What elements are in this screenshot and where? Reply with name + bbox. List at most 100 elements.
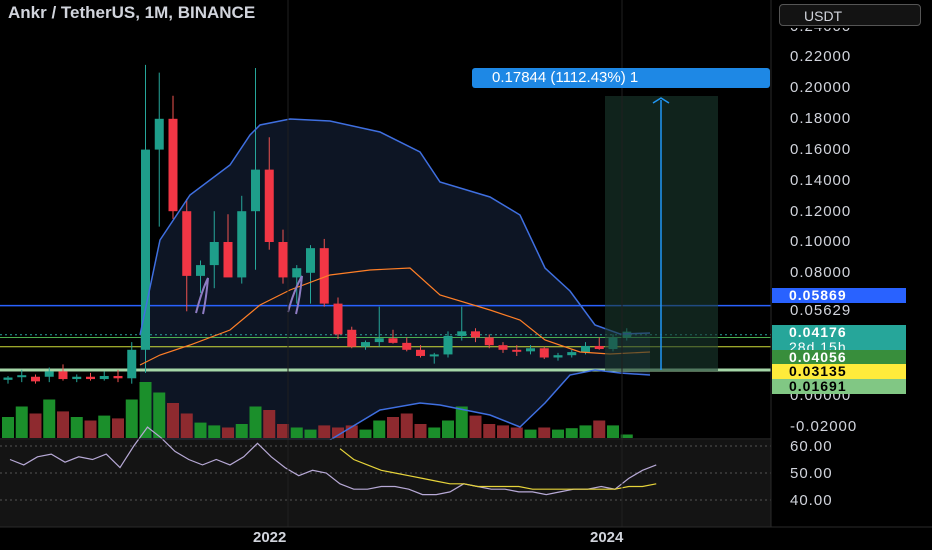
candle-body (251, 169, 260, 212)
volume-bar (290, 427, 303, 438)
candle-body (127, 349, 137, 379)
volume-bar (579, 425, 592, 438)
volume-bar (565, 428, 578, 438)
candle-body (292, 268, 302, 278)
candle-body (154, 118, 164, 150)
rsi-label: 40.00 (790, 492, 833, 509)
candle-body (553, 355, 563, 358)
measure-label: 0.17844 (1112.43%) 1 (472, 68, 770, 88)
candle-body (443, 335, 453, 355)
candle-body (72, 376, 82, 380)
candle-body (374, 338, 384, 343)
candle-body (567, 352, 577, 356)
candle-body (58, 371, 68, 380)
price-label: 0.10000 (790, 233, 852, 250)
volume-bar (552, 429, 564, 438)
candle-body (539, 348, 549, 358)
price-label: 0.12000 (790, 203, 852, 220)
candle-body (429, 354, 439, 357)
candle-body (264, 169, 274, 242)
candle-body (581, 345, 590, 353)
volume-bar (400, 413, 413, 438)
volume-bar (524, 429, 537, 438)
volume-bar (277, 424, 289, 438)
candle-body (594, 345, 604, 350)
rsi-label: 50.00 (790, 465, 833, 482)
volume-bar (497, 425, 509, 438)
candle-body (182, 211, 192, 276)
volume-bar (359, 429, 372, 438)
volume-bar (235, 424, 248, 438)
volume-bar (57, 411, 69, 438)
price-label: 0.05629 (790, 302, 852, 319)
volume-bar (222, 427, 234, 438)
volume-bar (510, 427, 523, 438)
volume-bar (263, 410, 276, 438)
volume-bar (43, 399, 56, 438)
candle-body (223, 242, 233, 278)
time-label: 2022 (253, 529, 287, 546)
candle-body (333, 303, 343, 335)
rsi-label: 60.00 (790, 438, 833, 455)
candle-body (237, 211, 247, 278)
volume-bar (98, 415, 111, 438)
volume-bar (84, 420, 97, 438)
volume-bar (593, 420, 606, 438)
volume-bar (29, 413, 42, 438)
currency-button[interactable]: USDT (779, 4, 921, 26)
volume-bar (70, 417, 83, 438)
candle-body (17, 375, 27, 378)
volume-bar (387, 417, 399, 438)
price-label: 0.18000 (790, 110, 852, 127)
candle-body (44, 371, 54, 377)
candle-body (278, 242, 288, 278)
candle-body (209, 242, 219, 266)
volume-bar (442, 420, 454, 438)
volume-bar (180, 413, 193, 438)
volume-bar (15, 406, 28, 438)
volume-bar (607, 425, 619, 438)
volume-bar (318, 425, 331, 438)
price-label: -0.02000 (790, 418, 858, 435)
price-label: 0.14000 (790, 172, 852, 189)
candle-body (86, 376, 95, 380)
price-label: 0.22000 (790, 48, 852, 65)
blue-line-badge: 0.05869 (772, 288, 906, 303)
time-label: 2024 (590, 529, 624, 546)
candle-body (141, 149, 150, 350)
volume-bar (2, 417, 14, 438)
candle-body (99, 375, 109, 380)
yellow-level-badge: 0.03135 (772, 364, 906, 379)
volume-bar (194, 422, 207, 438)
volume-bar (304, 429, 317, 438)
volume-bar (538, 427, 551, 438)
price-label: 0.20000 (790, 79, 852, 96)
candle-body (306, 248, 315, 273)
light-green-level-badge: 0.01691 (772, 379, 906, 394)
volume-bar (112, 418, 124, 438)
price-label: 0.16000 (790, 141, 852, 158)
candle-body (484, 337, 494, 346)
candle-body (168, 118, 178, 212)
volume-bar (208, 425, 221, 438)
symbol-title: Ankr / TetherUS, 1M, BINANCE (8, 3, 256, 22)
volume-bar (469, 415, 482, 438)
volume-bar (249, 406, 262, 438)
volume-bar (373, 420, 386, 438)
volume-bar (414, 424, 427, 438)
candle-body (347, 329, 357, 347)
candle-body (457, 331, 467, 336)
volume-bar (167, 403, 179, 438)
candle-body (498, 345, 508, 350)
current-price-badge: 0.04176 (772, 325, 906, 340)
volume-bar (153, 392, 166, 438)
candle-body (416, 349, 425, 356)
candle-body (471, 331, 480, 338)
price-label: 0.08000 (790, 264, 852, 281)
volume-bar (125, 399, 138, 438)
candle-body (388, 338, 398, 343)
candle-body (361, 342, 370, 347)
candle-body (526, 348, 535, 352)
volume-bar (428, 427, 441, 438)
rsi-pane (0, 426, 771, 527)
